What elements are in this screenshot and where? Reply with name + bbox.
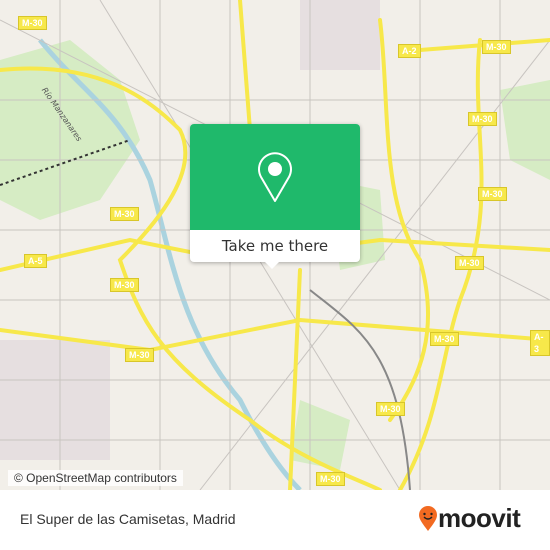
- take-me-there-button[interactable]: Take me there: [190, 230, 360, 262]
- road-shield: M-30: [468, 112, 497, 126]
- road-shield: M-30: [110, 207, 139, 221]
- road-shield: A-5: [24, 254, 47, 268]
- road-shield: M-30: [110, 278, 139, 292]
- moovit-pin-icon: [419, 505, 437, 531]
- place-title: El Super de las Camisetas, Madrid: [20, 511, 236, 527]
- moovit-logo[interactable]: moovit: [418, 503, 521, 534]
- popup-header: [190, 124, 360, 230]
- road-shield: M-30: [125, 348, 154, 362]
- road-shield: M-30: [316, 472, 345, 486]
- road-shield: M-30: [478, 187, 507, 201]
- road-shield: A-2: [398, 44, 421, 58]
- road-shield: M-30: [430, 332, 459, 346]
- map-attribution[interactable]: © OpenStreetMap contributors: [8, 470, 183, 486]
- road-shield: M-30: [18, 16, 47, 30]
- road-shield: M-30: [455, 256, 484, 270]
- location-popup[interactable]: Take me there: [190, 124, 360, 262]
- road-shield: M-30: [376, 402, 405, 416]
- brand-name: moovit: [438, 503, 521, 533]
- location-pin-icon: [258, 152, 292, 202]
- popup-pointer: [264, 261, 280, 269]
- road-shield: M-30: [482, 40, 511, 54]
- road-shield: A-3: [530, 330, 550, 356]
